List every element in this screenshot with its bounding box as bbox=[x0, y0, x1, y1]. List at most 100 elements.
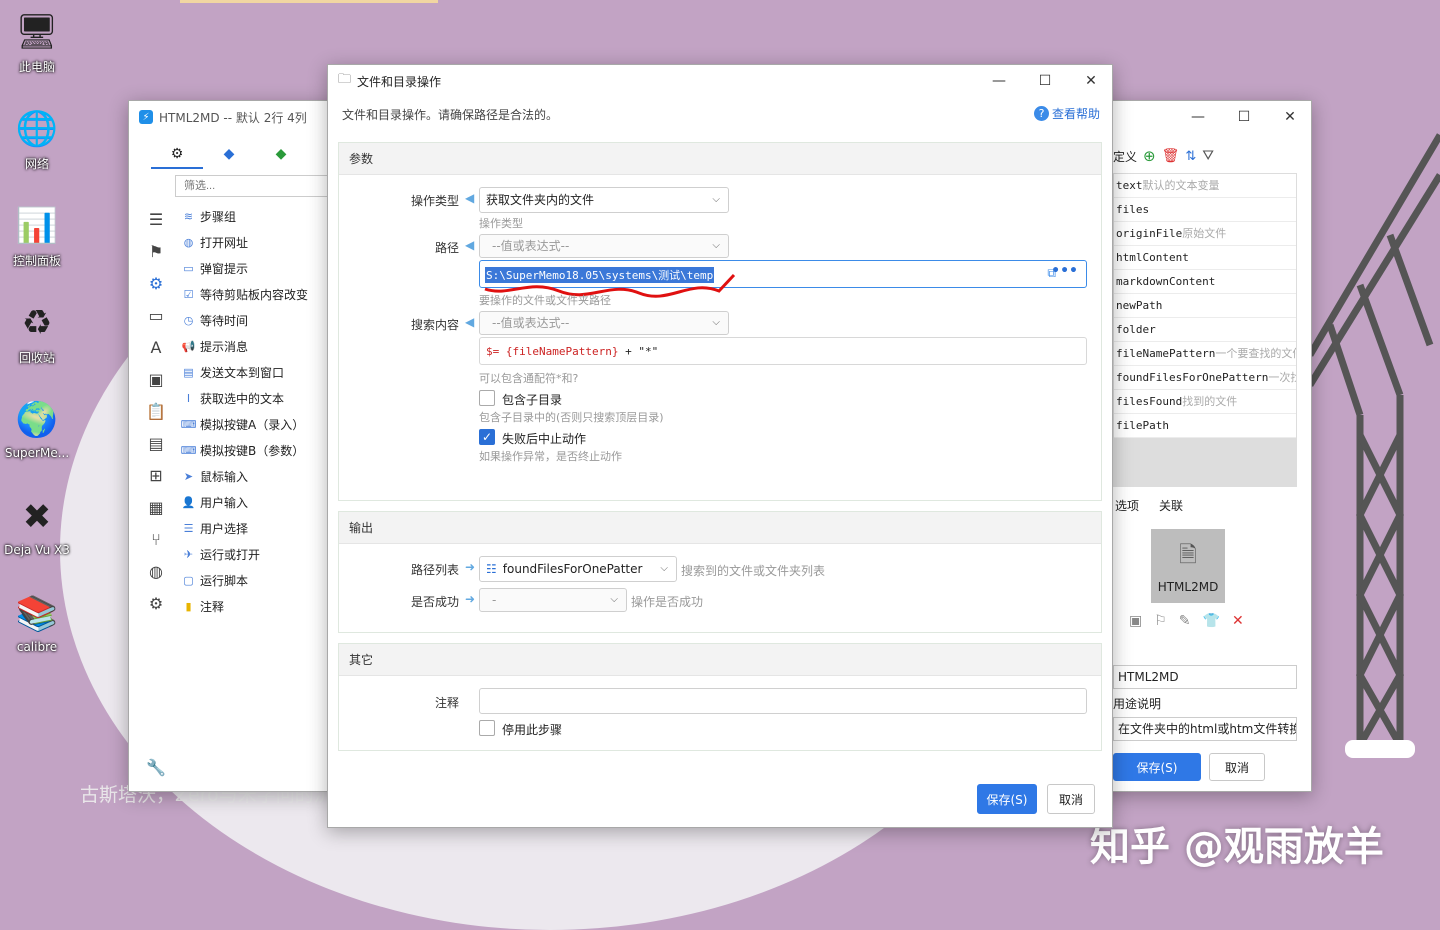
app-icon-tile[interactable]: 🗎 HTML2MD bbox=[1151, 529, 1225, 603]
variable-row[interactable]: filePath bbox=[1114, 414, 1296, 438]
tree-item-label: 模拟按键A（录入） bbox=[200, 417, 305, 432]
git-branch-icon[interactable]: ⑂ bbox=[137, 523, 175, 555]
path-list-select[interactable]: ☷ foundFilesForOnePatter ⌵ bbox=[479, 556, 677, 582]
variable-row[interactable]: filesFound找到的文件 bbox=[1114, 390, 1296, 414]
wrench-icon[interactable]: 🔧 bbox=[137, 751, 175, 783]
menu-icon[interactable]: ☰ bbox=[137, 203, 175, 235]
dialog-close-button[interactable]: ✕ bbox=[1068, 65, 1114, 97]
tree-item-label: 用户选择 bbox=[200, 521, 249, 536]
tree-item[interactable]: ▮ 注释 bbox=[175, 593, 329, 619]
remove-icon[interactable]: ✕ bbox=[1232, 613, 1244, 629]
search-expr-input[interactable]: $= {fileNamePattern} + "*" bbox=[479, 337, 1087, 365]
font-icon[interactable]: A bbox=[137, 331, 175, 363]
tree-item[interactable]: ☰ 用户选择 bbox=[175, 515, 329, 541]
dejavu-icon: ✖ bbox=[22, 497, 52, 537]
tab-cubes-blue[interactable]: ◆ bbox=[203, 141, 255, 169]
tree-item[interactable]: ☑ 等待剪贴板内容改变 bbox=[175, 281, 329, 307]
filter-icon[interactable]: ⛛ bbox=[1202, 148, 1214, 164]
desktop-icon-recycle-bin[interactable]: ♻ 回收站 bbox=[2, 301, 72, 366]
tree-item[interactable]: 👤 用户输入 bbox=[175, 489, 329, 515]
variable-row[interactable]: htmlContent bbox=[1114, 246, 1296, 270]
dialog-maximize-button[interactable]: ☐ bbox=[1022, 65, 1068, 97]
back-close-button[interactable]: ✕ bbox=[1267, 101, 1313, 133]
comment-input[interactable] bbox=[479, 688, 1087, 714]
tree-item[interactable]: ▢ 运行脚本 bbox=[175, 567, 329, 593]
pen-icon[interactable]: ✎ bbox=[1179, 613, 1191, 629]
gears-icon[interactable]: ⚙ bbox=[137, 587, 175, 619]
variable-row[interactable]: folder bbox=[1114, 318, 1296, 342]
tree-item[interactable]: I 获取选中的文本 bbox=[175, 385, 329, 411]
desktop-icon-supermemo[interactable]: 🌍 SuperMe... bbox=[2, 398, 72, 460]
back-minimize-button[interactable]: — bbox=[1175, 101, 1221, 133]
desktop-icon-calibre[interactable]: 📚 calibre bbox=[2, 592, 72, 654]
include-sub-label[interactable]: 包含子目录 bbox=[502, 391, 562, 408]
variable-row[interactable]: files bbox=[1114, 198, 1296, 222]
include-sub-checkbox[interactable] bbox=[479, 390, 495, 406]
variable-row[interactable]: markdownContent bbox=[1114, 270, 1296, 294]
tree-item[interactable]: ◷ 等待时间 bbox=[175, 307, 329, 333]
disable-step-label[interactable]: 停用此步骤 bbox=[502, 721, 562, 738]
name-field[interactable]: HTML2MD bbox=[1113, 665, 1297, 689]
tree-item[interactable]: ✈ 运行或打开 bbox=[175, 541, 329, 567]
tree-item[interactable]: 📢 提示消息 bbox=[175, 333, 329, 359]
tab-options[interactable]: 选项 bbox=[1115, 497, 1139, 514]
tree-item[interactable]: ⌨ 模拟按键A（录入） bbox=[175, 411, 329, 437]
success-select[interactable]: - ⌵ bbox=[479, 588, 627, 612]
sort-icon[interactable]: ⇅ bbox=[1185, 149, 1196, 164]
tree-item[interactable]: ≋ 步骤组 bbox=[175, 203, 329, 229]
help-link[interactable]: ? 查看帮助 bbox=[1033, 105, 1100, 122]
windows-icon[interactable]: ⊞ bbox=[137, 459, 175, 491]
back-cancel-button[interactable]: 取消 bbox=[1209, 753, 1265, 781]
tab-cubes-green[interactable]: ◆ bbox=[255, 141, 307, 169]
save-button[interactable]: 保存(S) bbox=[977, 784, 1037, 814]
delete-icon[interactable]: 🗑 bbox=[1162, 148, 1180, 164]
tree-item[interactable]: ▭ 弹窗提示 bbox=[175, 255, 329, 281]
desktop-icon-computer[interactable]: 🖥 此电脑 bbox=[2, 10, 72, 75]
back-save-button[interactable]: 保存(S) bbox=[1113, 753, 1201, 781]
settings-icon[interactable]: ⚙ bbox=[137, 267, 175, 299]
dialog-title: 文件和目录操作 bbox=[357, 74, 442, 89]
more-icon[interactable]: ••• bbox=[1051, 263, 1078, 279]
path-list-hint: 搜索到的文件或文件夹列表 bbox=[681, 564, 826, 578]
variable-row[interactable]: newPath bbox=[1114, 294, 1296, 318]
window-icon[interactable]: ▭ bbox=[137, 299, 175, 331]
variable-name: markdownContent bbox=[1116, 275, 1216, 288]
abort-checkbox[interactable]: ✓ bbox=[479, 429, 495, 445]
variable-name: originFile bbox=[1116, 227, 1183, 240]
tree-item[interactable]: ⌨ 模拟按键B（参数） bbox=[175, 437, 329, 463]
globe-icon[interactable]: ◍ bbox=[137, 555, 175, 587]
add-icon[interactable]: ⊕ bbox=[1143, 147, 1156, 165]
variable-row[interactable]: originFile原始文件 bbox=[1114, 222, 1296, 246]
picture-icon[interactable]: ▣ bbox=[1129, 613, 1142, 629]
desktop-icon-network[interactable]: 🌐 网络 bbox=[2, 107, 72, 172]
tree-item[interactable]: ◍ 打开网址 bbox=[175, 229, 329, 255]
cancel-button[interactable]: 取消 bbox=[1047, 784, 1095, 814]
tab-links[interactable]: 关联 bbox=[1159, 497, 1183, 514]
dialog-minimize-button[interactable]: — bbox=[976, 65, 1022, 97]
variable-row[interactable]: foundFilesForOnePattern一次找 bbox=[1114, 366, 1296, 390]
desktop-icon-control-panel[interactable]: 📊 控制面板 bbox=[2, 204, 72, 269]
disable-step-checkbox[interactable] bbox=[479, 720, 495, 736]
megaphone-icon: 📢 bbox=[181, 339, 196, 353]
abort-label[interactable]: 失败后中止动作 bbox=[502, 430, 586, 447]
tree-item[interactable]: ▤ 发送文本到窗口 bbox=[175, 359, 329, 385]
variable-row[interactable]: text默认的文本变量 bbox=[1114, 174, 1296, 198]
search-mode-select[interactable]: --值或表达式-- ⌵ bbox=[479, 311, 729, 335]
desc-field[interactable]: 在文件夹中的html或htm文件转换 bbox=[1113, 717, 1297, 741]
document-icon[interactable]: ▤ bbox=[137, 427, 175, 459]
desktop-icon-dejavu[interactable]: ✖ Deja Vu X3 bbox=[2, 495, 72, 557]
clipboard-icon[interactable]: 📋 bbox=[137, 395, 175, 427]
filter-input[interactable] bbox=[175, 175, 331, 197]
tab-gear[interactable]: ⚙ bbox=[151, 141, 203, 169]
variable-row[interactable]: fileNamePattern一个要查找的文件 bbox=[1114, 342, 1296, 366]
op-type-select[interactable]: 获取文件夹内的文件 ⌵ bbox=[479, 187, 729, 213]
path-mode-select[interactable]: --值或表达式-- ⌵ bbox=[479, 234, 729, 258]
back-maximize-button[interactable]: ☐ bbox=[1221, 101, 1267, 133]
tree-item[interactable]: ➤ 鼠标输入 bbox=[175, 463, 329, 489]
shirt-icon[interactable]: 👕 bbox=[1203, 613, 1220, 629]
grid-icon[interactable]: ▦ bbox=[137, 491, 175, 523]
chevron-down-icon: ⌵ bbox=[712, 240, 720, 251]
image-icon[interactable]: ▣ bbox=[137, 363, 175, 395]
flag-icon[interactable]: ⚐ bbox=[1154, 613, 1167, 629]
bookmark-icon[interactable]: ⚑ bbox=[137, 235, 175, 267]
